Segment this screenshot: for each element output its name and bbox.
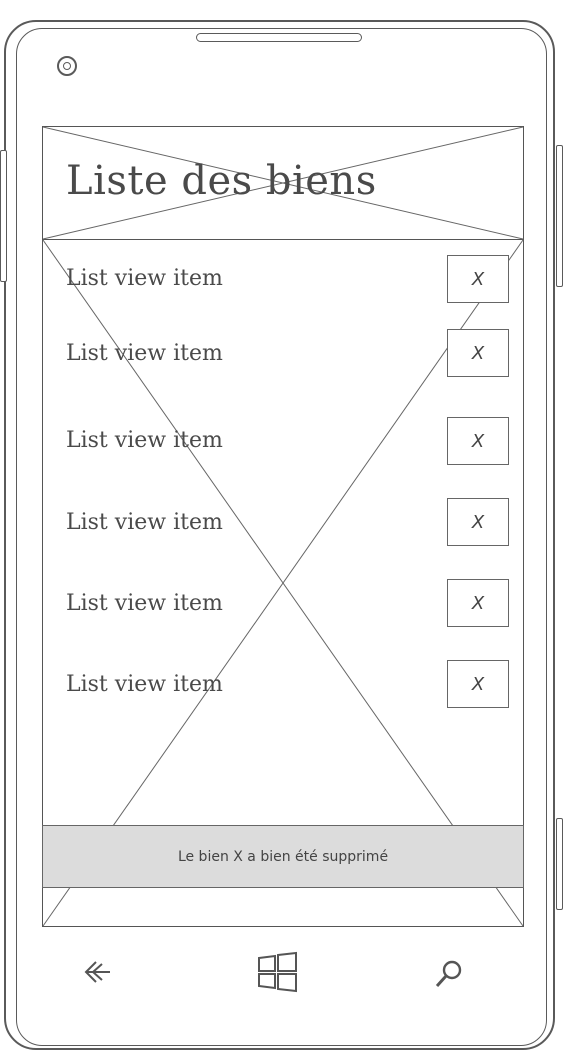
delete-button[interactable]: X <box>447 329 509 377</box>
speaker-grille <box>196 33 362 42</box>
delete-button[interactable]: X <box>447 255 509 303</box>
back-arrow-icon[interactable] <box>82 958 114 986</box>
camera-button <box>556 818 563 910</box>
page-title: Liste des biens <box>66 158 377 204</box>
toast-notification: Le bien X a bien été supprimé <box>42 825 524 888</box>
delete-button[interactable]: X <box>447 660 509 708</box>
delete-button[interactable]: X <box>447 579 509 627</box>
list-item[interactable]: List view item <box>66 672 223 697</box>
toast-message: Le bien X a bien été supprimé <box>177 848 389 865</box>
list-item[interactable]: List view item <box>66 428 223 453</box>
list-item[interactable]: List view item <box>66 591 223 616</box>
search-icon[interactable] <box>434 959 464 989</box>
list-item[interactable]: List view item <box>66 266 223 291</box>
delete-button[interactable]: X <box>447 417 509 465</box>
power-button <box>556 145 563 287</box>
list-item[interactable]: List view item <box>66 341 223 366</box>
front-camera-icon <box>57 56 77 76</box>
delete-button[interactable]: X <box>447 498 509 546</box>
volume-button <box>0 150 7 282</box>
windows-start-icon[interactable] <box>257 951 299 993</box>
list-item[interactable]: List view item <box>66 510 223 535</box>
